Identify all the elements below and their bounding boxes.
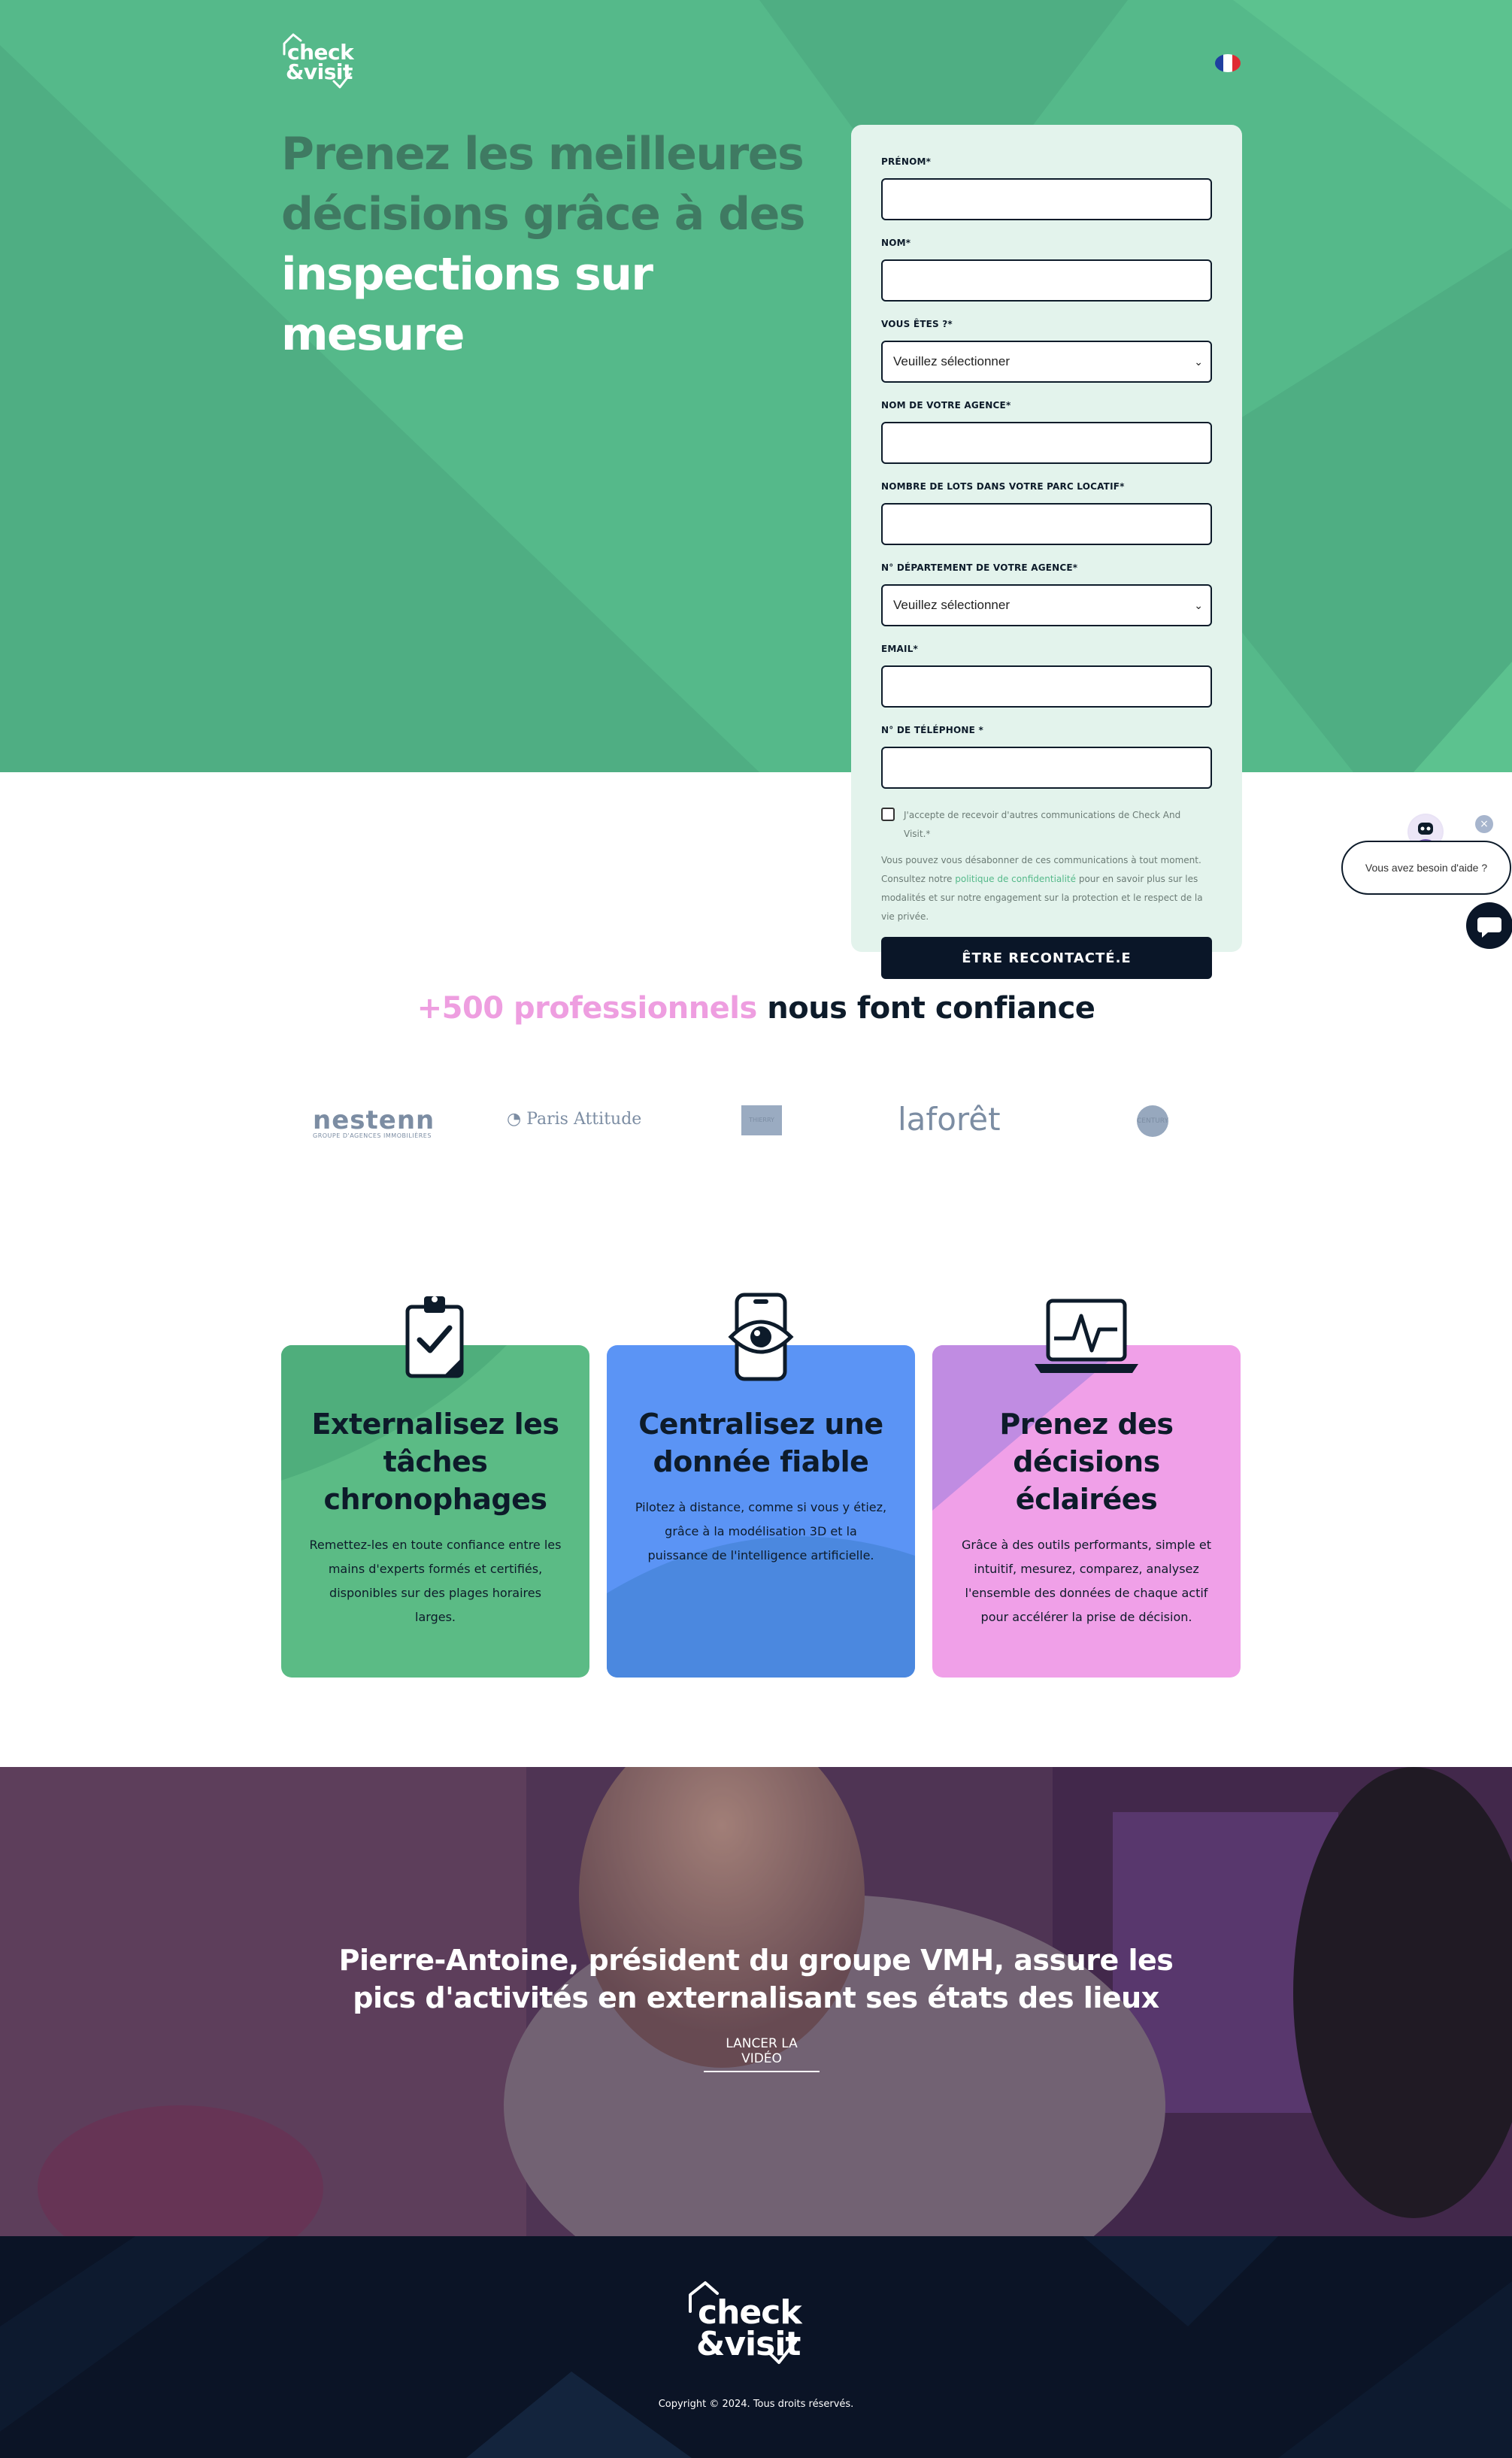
hero-background <box>0 0 1512 772</box>
laforet-logo-text: laforêt <box>898 1101 1001 1138</box>
privacy-notice: Vous pouvez vous désabonner de ces commu… <box>881 851 1212 926</box>
chat-close-button[interactable]: × <box>1475 815 1493 833</box>
play-video-link[interactable]: LANCER LA VIDÉO <box>704 2036 820 2072</box>
laforet-logo: laforêt <box>898 1101 1001 1138</box>
contact-form: PRÉNOM* NOM* VOUS ÊTES ?* Veuillez sélec… <box>851 125 1242 979</box>
headline-line: mesure <box>281 308 465 361</box>
clipboard-check-icon <box>405 1296 464 1378</box>
department-select-value: Veuillez sélectionner <box>893 598 1010 612</box>
lastname-field-group: NOM* <box>881 238 1212 302</box>
feature-title: Centralisez une donnée fiable <box>638 1408 883 1478</box>
lastname-input[interactable] <box>881 259 1212 302</box>
email-field-group: EMAIL* <box>881 644 1212 708</box>
agency-label: NOM DE VOTRE AGENCE* <box>881 400 1011 411</box>
email-input[interactable] <box>881 665 1212 708</box>
feature-text: Grâce à des outils performants, simple e… <box>962 1538 1211 1624</box>
department-label: N° DÉPARTEMENT DE VOTRE AGENCE* <box>881 562 1078 573</box>
role-select[interactable]: Veuillez sélectionner ⌄ <box>881 341 1212 383</box>
firstname-input[interactable] <box>881 178 1212 220</box>
agency-name-input[interactable] <box>881 422 1212 464</box>
nestenn-logo: nestenn GROUPE D'AGENCES IMMOBILIÈRES <box>313 1105 435 1139</box>
firstname-field-group: PRÉNOM* <box>881 156 1212 220</box>
hero-headline: Prenez les meilleures décisions grâce à … <box>281 124 808 365</box>
trust-highlight: +500 professionnels <box>417 991 758 1026</box>
trust-rest: nous font confiance <box>756 991 1095 1026</box>
nestenn-logo-text: nestenn <box>313 1105 435 1135</box>
consent-row: J'accepte de recevoir d'autres communica… <box>881 806 1212 844</box>
phone-eye-icon <box>728 1293 794 1381</box>
chat-help-bubble[interactable]: Vous avez besoin d'aide ? <box>1341 841 1511 895</box>
feature-card-centralize: Centralisez une donnée fiable Pilotez à … <box>607 1345 915 1678</box>
copyright-text: Copyright © 2024. Tous droits réservés. <box>658 2399 854 2410</box>
headline-line: inspections sur <box>281 248 653 301</box>
video-title: Pierre-Antoine, président du groupe VMH,… <box>0 1941 1512 2017</box>
department-field-group: N° DÉPARTEMENT DE VOTRE AGENCE* Veuillez… <box>881 562 1212 626</box>
language-flag-fr[interactable] <box>1215 54 1241 72</box>
logo-text-visit: &visit <box>286 59 353 84</box>
feature-title: Prenez des décisions éclairées <box>999 1408 1174 1516</box>
page: check &visit Prenez les meilleures décis… <box>0 0 1512 2458</box>
role-label: VOUS ÊTES ?* <box>881 319 953 329</box>
chat-open-button[interactable] <box>1466 902 1512 949</box>
thierry-logo-text: THIERRY <box>749 1117 774 1123</box>
video-title-line: Pierre-Antoine, président du groupe VMH,… <box>338 1944 1174 1977</box>
paris-attitude-mark-icon: ◔ <box>507 1110 527 1129</box>
chat-help-text: Vous avez besoin d'aide ? <box>1365 862 1488 874</box>
headline-line: décisions grâce à des <box>281 188 806 241</box>
feature-card-outsource: Externalisez les tâches chronophages Rem… <box>281 1345 589 1678</box>
consent-label: J'accepte de recevoir d'autres communica… <box>904 810 1181 839</box>
feature-card-decide: Prenez des décisions éclairées Grâce à d… <box>932 1345 1241 1678</box>
lots-field-group: NOMBRE DE LOTS DANS VOTRE PARC LOCATIF* <box>881 481 1212 545</box>
submit-button[interactable]: ÊTRE RECONTACTÉ.E <box>881 937 1212 979</box>
trust-heading: +500 professionnels nous font confiance <box>0 991 1512 1026</box>
chevron-down-icon: ⌄ <box>1194 599 1203 611</box>
department-select[interactable]: Veuillez sélectionner ⌄ <box>881 584 1212 626</box>
phone-label: N° DE TÉLÉPHONE * <box>881 725 983 735</box>
video-title-line: pics d'activités en externalisant ses ét… <box>353 1981 1159 2014</box>
feature-text: Remettez-les en toute confiance entre le… <box>309 1538 562 1624</box>
lots-label: NOMBRE DE LOTS DANS VOTRE PARC LOCATIF* <box>881 481 1125 492</box>
lastname-label: NOM* <box>881 238 911 248</box>
chat-bubble-icon <box>1477 917 1501 938</box>
paris-attitude-logo-text: Paris Attitude <box>526 1110 642 1129</box>
email-label: EMAIL* <box>881 644 919 654</box>
century-logo-text: CENTURY <box>1137 1117 1168 1125</box>
nestenn-logo-subtitle: GROUPE D'AGENCES IMMOBILIÈRES <box>313 1132 432 1139</box>
role-field-group: VOUS ÊTES ?* Veuillez sélectionner ⌄ <box>881 319 1212 383</box>
feature-text: Pilotez à distance, comme si vous y étie… <box>635 1500 887 1562</box>
agency-field-group: NOM DE VOTRE AGENCE* <box>881 400 1212 464</box>
phone-field-group: N° DE TÉLÉPHONE * <box>881 725 1212 789</box>
privacy-policy-link[interactable]: politique de confidentialité <box>955 874 1076 884</box>
lots-count-input[interactable] <box>881 503 1212 545</box>
brand-logo[interactable]: check &visit <box>281 32 356 92</box>
thierry-logo: THIERRY <box>741 1105 782 1135</box>
feature-title: Externalisez les tâches chronophages <box>311 1408 559 1516</box>
firstname-label: PRÉNOM* <box>881 156 932 167</box>
hero-section: check &visit Prenez les meilleures décis… <box>0 0 1512 772</box>
headline-line: Prenez les meilleures <box>281 128 804 180</box>
partner-logos: nestenn GROUPE D'AGENCES IMMOBILIÈRES ◔ … <box>281 1083 1242 1158</box>
phone-input[interactable] <box>881 747 1212 789</box>
footer-logo-text-visit: &visit <box>696 2325 801 2363</box>
role-select-value: Veuillez sélectionner <box>893 354 1010 368</box>
consent-checkbox[interactable] <box>881 808 895 821</box>
century-logo: CENTURY <box>1137 1105 1168 1137</box>
laptop-chart-icon <box>1035 1299 1138 1373</box>
footer-logo[interactable]: check &visit <box>686 2278 814 2376</box>
chevron-down-icon: ⌄ <box>1194 356 1203 368</box>
paris-attitude-logo: ◔ Paris Attitude <box>507 1110 641 1129</box>
